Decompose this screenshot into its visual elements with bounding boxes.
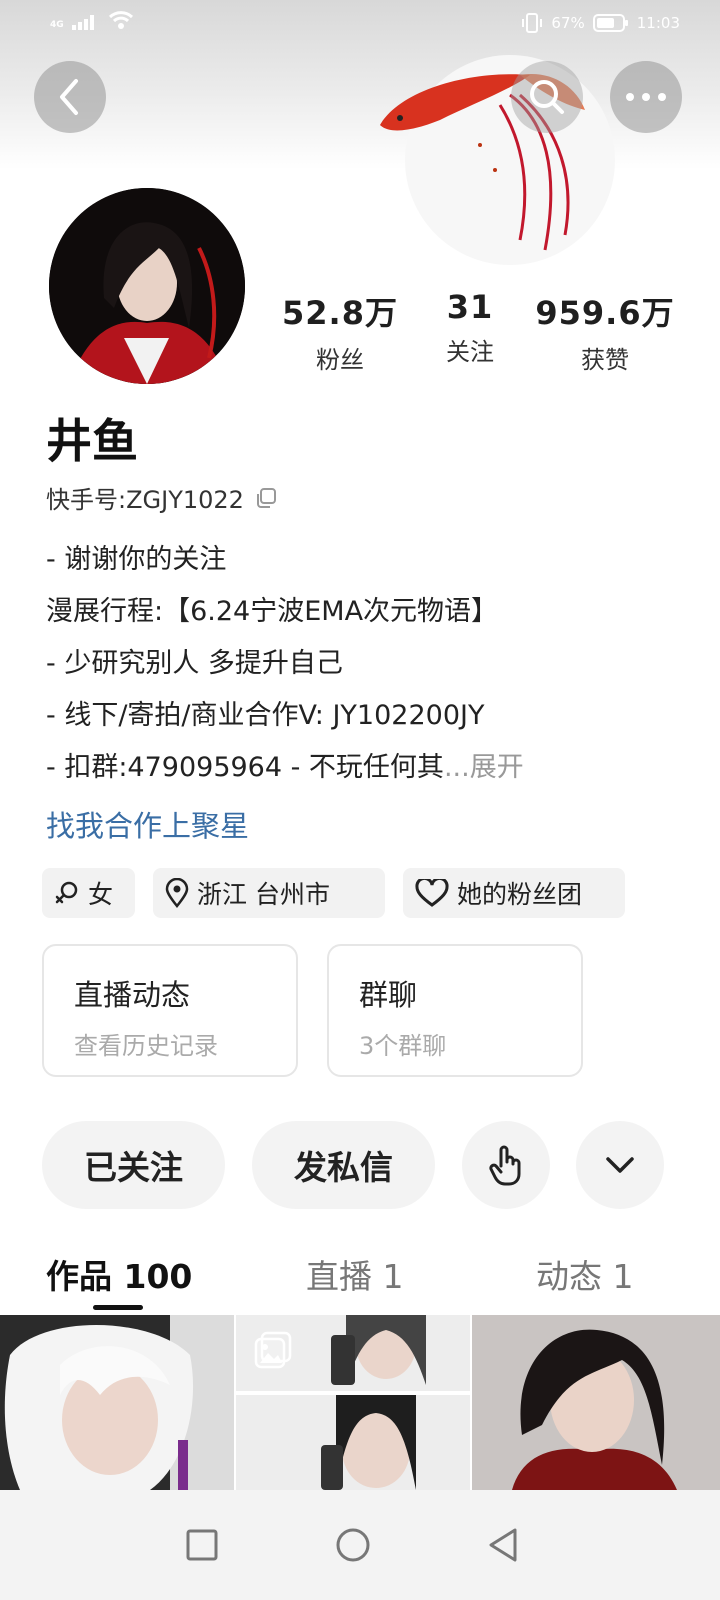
cooperation-link[interactable]: 找我合作上聚星 xyxy=(46,803,249,845)
location-label: 浙江 台州市 xyxy=(197,880,330,909)
send-message-button[interactable]: 发私信 xyxy=(252,1121,435,1209)
back-arrow-icon xyxy=(60,79,78,115)
system-navigation-bar xyxy=(0,1490,720,1600)
battery-percent: 67% xyxy=(551,14,585,32)
likes-count: 959.6万 xyxy=(535,294,675,332)
heart-icon xyxy=(415,879,449,907)
following-count: 31 xyxy=(446,288,494,326)
kuaishou-id: 快手号:ZGJY1022 xyxy=(46,486,244,514)
video-thumbnail[interactable] xyxy=(0,1315,234,1490)
status-bar: 4G 67% 11:03 xyxy=(0,0,720,48)
works-grid xyxy=(0,1315,720,1490)
vibrate-icon xyxy=(522,13,543,33)
group-card-subtitle: 3个群聊 xyxy=(359,1032,447,1060)
search-button[interactable] xyxy=(511,61,583,133)
more-button[interactable] xyxy=(610,61,682,133)
likes-label: 获赞 xyxy=(581,346,629,374)
gender-label: 女 xyxy=(88,880,114,909)
battery-icon xyxy=(592,14,628,32)
tab-works[interactable]: 作品 100 xyxy=(46,1250,192,1298)
more-dots-icon xyxy=(626,93,666,101)
followers-count: 52.8万 xyxy=(282,294,398,332)
avatar[interactable] xyxy=(49,188,245,384)
system-back-button[interactable] xyxy=(478,1520,528,1570)
poke-button[interactable] xyxy=(462,1121,550,1209)
hand-tap-icon xyxy=(489,1145,521,1186)
more-actions-button[interactable] xyxy=(576,1121,664,1209)
bio-line: - 谢谢你的关注 xyxy=(46,544,227,575)
thumbnail-image xyxy=(472,1315,720,1490)
tab-live[interactable]: 直播 1 xyxy=(306,1250,404,1298)
bio-ellipsis: ... xyxy=(443,752,470,783)
signal-icon xyxy=(71,15,94,30)
stat-following[interactable]: 31 关注 xyxy=(400,288,540,367)
video-thumbnail[interactable] xyxy=(472,1315,720,1490)
bio-line-truncated: - 扣群:479095964 - 不玩任何其...展开 xyxy=(46,742,686,794)
tab-moments[interactable]: 动态 1 xyxy=(536,1250,634,1298)
recent-apps-button[interactable] xyxy=(177,1520,227,1570)
album-icon xyxy=(254,1331,292,1369)
gender-tag: 女 xyxy=(42,868,135,918)
stat-likes[interactable]: 959.6万 获赞 xyxy=(535,288,675,375)
profile-stats: 52.8万 粉丝 31 关注 959.6万 获赞 xyxy=(270,288,690,388)
network-type: 4G xyxy=(50,20,64,30)
fan-group-tag[interactable]: 她的粉丝团 xyxy=(403,868,625,918)
group-chat-card[interactable]: 群聊 3个群聊 xyxy=(327,944,583,1077)
wifi-icon xyxy=(108,11,133,29)
nickname: 井鱼 xyxy=(46,414,138,468)
content-tabs: 作品 100 直播 1 动态 1 xyxy=(0,1240,720,1315)
group-card-title: 群聊 xyxy=(359,978,418,1012)
female-icon xyxy=(55,881,78,904)
location-pin-icon xyxy=(165,878,189,908)
bio-line-text: - 扣群:479095964 - 不玩任何其 xyxy=(46,752,444,783)
thumbnail-image xyxy=(0,1315,234,1490)
video-thumbnail[interactable] xyxy=(236,1315,470,1490)
expand-bio-link[interactable]: 展开 xyxy=(470,752,524,783)
location-tag: 浙江 台州市 xyxy=(153,868,385,918)
chevron-down-icon xyxy=(606,1157,634,1173)
kuaishou-id-row: 快手号:ZGJY1022 xyxy=(46,480,278,515)
followers-label: 粉丝 xyxy=(316,346,364,374)
live-card-subtitle: 查看历史记录 xyxy=(74,1032,218,1060)
following-label: 关注 xyxy=(446,338,494,366)
fan-group-label: 她的粉丝团 xyxy=(457,880,583,909)
back-button[interactable] xyxy=(34,61,106,133)
bio-line: 漫展行程:【6.24宁波EMA次元物语】 xyxy=(46,596,499,627)
triangle-back-icon xyxy=(489,1528,517,1562)
square-icon xyxy=(186,1529,218,1561)
live-history-card[interactable]: 直播动态 查看历史记录 xyxy=(42,944,298,1077)
active-tab-indicator xyxy=(93,1305,143,1310)
clock: 11:03 xyxy=(636,14,680,32)
search-icon xyxy=(530,80,564,114)
bio: - 谢谢你的关注 漫展行程:【6.24宁波EMA次元物语】 - 少研究别人 多提… xyxy=(46,534,686,794)
home-button[interactable] xyxy=(328,1520,378,1570)
koi-fish-banner-art xyxy=(380,55,615,265)
bio-line: - 少研究别人 多提升自己 xyxy=(46,648,343,679)
circle-icon xyxy=(336,1528,370,1562)
copy-icon[interactable] xyxy=(254,486,278,510)
stat-followers[interactable]: 52.8万 粉丝 xyxy=(270,288,410,375)
live-card-title: 直播动态 xyxy=(74,978,191,1012)
avatar-image xyxy=(49,188,245,384)
followed-button[interactable]: 已关注 xyxy=(42,1121,225,1209)
bio-line: - 线下/寄拍/商业合作V: JY102200JY xyxy=(46,700,485,731)
